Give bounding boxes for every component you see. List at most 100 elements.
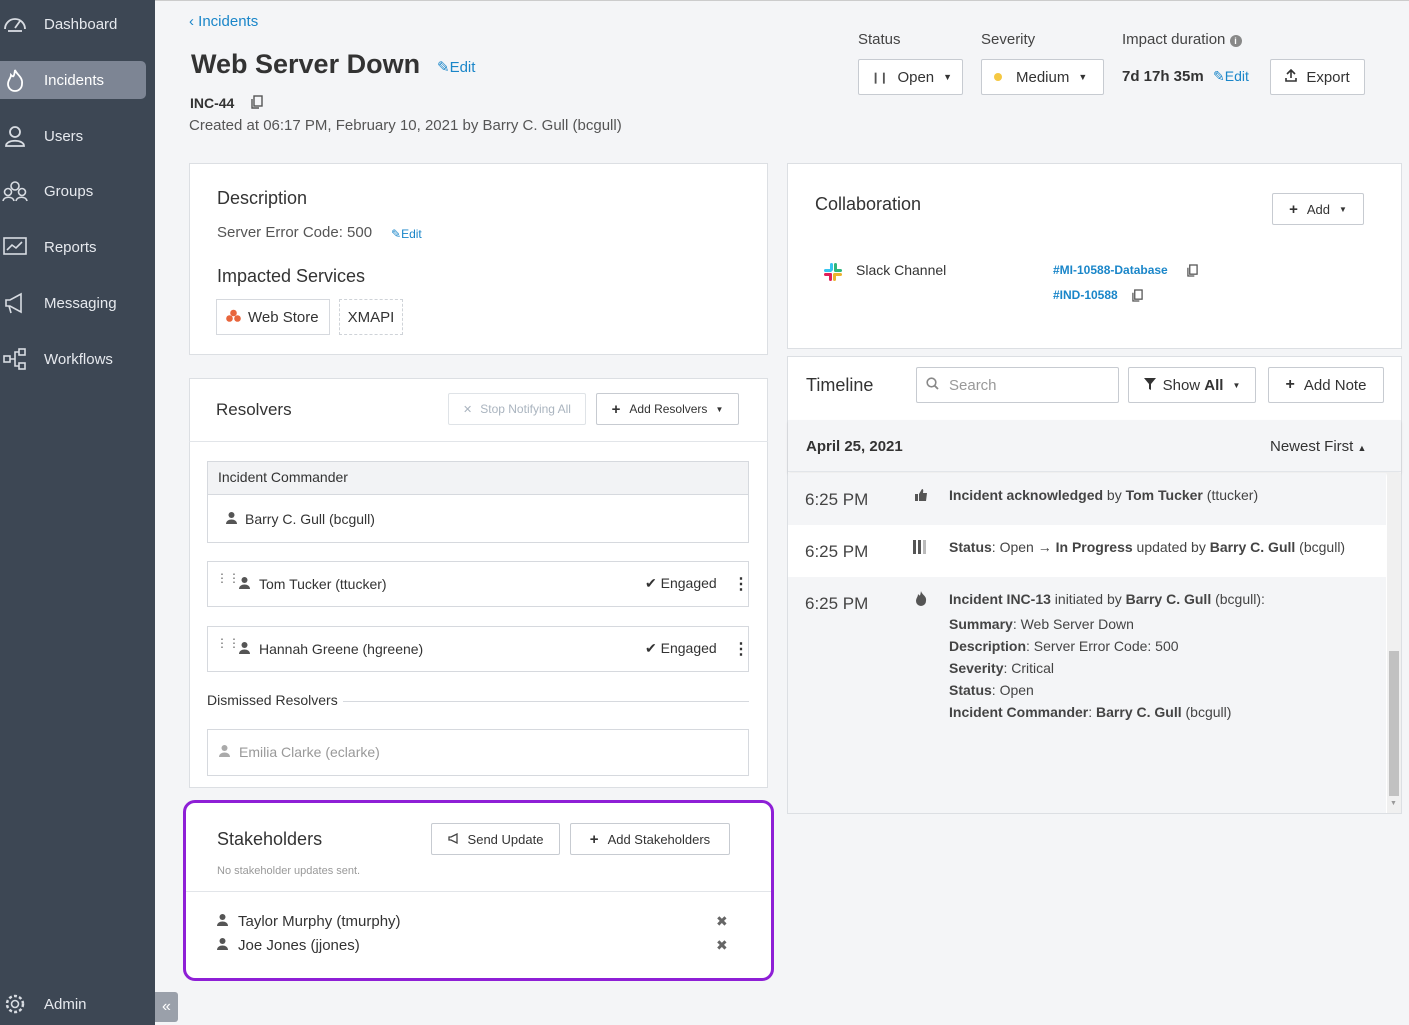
copy-icon[interactable] [1132, 289, 1143, 305]
entry-text: Incident INC-13 initiated by Barry C. Gu… [949, 591, 1265, 607]
impacted-services-heading: Impacted Services [217, 266, 366, 286]
show-filter-dropdown[interactable]: Show All ▼ [1128, 367, 1256, 403]
copy-icon[interactable] [1187, 264, 1198, 280]
more-options-icon[interactable]: ⋮ [733, 639, 749, 659]
breadcrumb-incidents[interactable]: ‹ Incidents [189, 13, 258, 30]
info-icon[interactable]: i [1229, 35, 1242, 47]
plus-icon: + [1289, 200, 1298, 218]
stakeholders-heading: Stakeholders [217, 829, 323, 849]
person-icon [239, 641, 250, 657]
impact-duration: 7d 17h 35m [1122, 68, 1204, 85]
service-tag-web-store[interactable]: Web Store [216, 299, 330, 335]
timeline-date: April 25, 2021 [806, 438, 903, 455]
filter-icon [1143, 377, 1156, 394]
caret-down-icon: ▼ [1338, 204, 1347, 214]
sidebar-item-reports[interactable]: Reports [0, 228, 146, 266]
person-icon [219, 744, 230, 760]
sidebar-item-incidents[interactable]: Incidents [0, 61, 146, 99]
sort-toggle[interactable]: Newest First ▲ [1270, 438, 1366, 455]
scroll-down-icon[interactable]: ▼ [1390, 800, 1397, 807]
description-text: Server Error Code: 500 [217, 224, 373, 241]
more-options-icon[interactable]: ⋮ [733, 574, 749, 594]
dismissed-heading: Dismissed Resolvers [207, 692, 338, 708]
pencil-icon: ✎ [391, 227, 402, 241]
sidebar: Dashboard Incidents Users Groups Reports… [0, 0, 155, 1025]
sidebar-item-dashboard[interactable]: Dashboard [0, 5, 146, 43]
timeline-heading: Timeline [806, 375, 874, 395]
gear-icon [0, 989, 30, 1019]
sidebar-item-label: Users [44, 127, 84, 145]
status-dropdown[interactable]: ❙❙ Open ▼ [858, 59, 963, 95]
severity-dropdown[interactable]: Medium ▼ [981, 59, 1104, 95]
divider [343, 701, 749, 702]
export-button[interactable]: Export [1270, 59, 1365, 95]
sidebar-item-admin[interactable]: Admin [0, 985, 146, 1023]
stop-notifying-all-button[interactable]: ✕ Stop Notifying All [448, 393, 586, 425]
top-divider [155, 0, 1409, 1]
dismissed-resolver-name: Emilia Clarke (eclarke) [219, 744, 380, 760]
collaboration-add-button[interactable]: + Add ▼ [1272, 193, 1364, 225]
status-bars-icon [913, 540, 929, 557]
person-icon [239, 576, 250, 592]
megaphone-icon [447, 832, 460, 847]
resolver-status: ✔ Engaged [645, 575, 717, 591]
person-icon [226, 511, 237, 527]
entry-time: 6:25 PM [805, 490, 869, 509]
slack-channel-label: Slack Channel [856, 262, 947, 278]
description-heading: Description [217, 188, 308, 208]
timeline-search-input[interactable]: Search [916, 367, 1119, 403]
sidebar-item-messaging[interactable]: Messaging [0, 284, 146, 322]
sidebar-item-label: Admin [44, 995, 87, 1013]
entry-text: Incident acknowledged by Tom Tucker (ttu… [949, 487, 1259, 503]
remove-icon[interactable]: ✖ [716, 913, 728, 930]
severity-dot-icon [994, 73, 1002, 81]
slack-channel-link[interactable]: #IND-10588 [1053, 288, 1118, 302]
search-icon [926, 377, 939, 393]
sidebar-item-groups[interactable]: Groups [0, 172, 146, 210]
chevrons-left-icon: « [162, 998, 171, 1015]
sidebar-item-label: Workflows [44, 350, 113, 368]
detail-line: Status: Open [949, 682, 1034, 698]
collaboration-heading: Collaboration [815, 194, 922, 214]
send-update-button[interactable]: Send Update [431, 823, 560, 855]
flame-icon [0, 65, 30, 95]
remove-icon[interactable]: ✖ [716, 937, 728, 954]
sidebar-item-label: Dashboard [44, 15, 118, 33]
workflow-icon [0, 344, 30, 374]
service-tag-xmapi[interactable]: XMAPI [339, 299, 403, 335]
service-logo-icon [226, 309, 241, 326]
groups-icon [0, 176, 30, 206]
slack-icon [823, 262, 843, 285]
pencil-icon: ✎ [437, 59, 450, 76]
thumbs-up-icon [914, 488, 928, 505]
gauge-icon [0, 9, 30, 39]
detail-line: Summary: Web Server Down [949, 616, 1134, 632]
impact-edit-link[interactable]: ✎Edit [1213, 68, 1249, 85]
copy-icon[interactable] [251, 95, 263, 112]
upload-icon [1285, 68, 1298, 86]
add-stakeholders-button[interactable]: + Add Stakeholders [570, 823, 730, 855]
detail-line: Description: Server Error Code: 500 [949, 638, 1179, 654]
add-note-button[interactable]: + Add Note [1268, 367, 1384, 403]
stakeholder-row: Joe Jones (jjones) [217, 937, 360, 954]
plus-icon: + [1285, 376, 1295, 393]
resolver-status: ✔ Engaged [645, 640, 717, 656]
description-edit-link[interactable]: ✎Edit [391, 227, 422, 241]
drag-handle-icon[interactable]: ⋮⋮ [216, 572, 240, 584]
title-edit-link[interactable]: ✎Edit [437, 58, 475, 76]
sidebar-item-workflows[interactable]: Workflows [0, 340, 146, 378]
check-icon: ✔ [645, 640, 657, 656]
pause-icon: ❙❙ [871, 71, 888, 84]
incident-id: INC-44 [190, 95, 235, 111]
page-title: Web Server Down [191, 49, 421, 79]
sidebar-item-users[interactable]: Users [0, 117, 146, 155]
scrollbar-thumb[interactable] [1389, 651, 1399, 796]
collapse-sidebar-button[interactable]: « [155, 992, 178, 1022]
drag-handle-icon[interactable]: ⋮⋮ [216, 637, 240, 649]
add-resolvers-button[interactable]: + Add Resolvers ▼ [596, 393, 739, 425]
stakeholder-row: Taylor Murphy (tmurphy) [217, 913, 401, 930]
stakeholders-note: No stakeholder updates sent. [217, 865, 361, 877]
arrow-right-icon: → [1037, 539, 1052, 555]
check-icon: ✔ [645, 575, 657, 591]
slack-channel-link[interactable]: #MI-10588-Database [1053, 263, 1168, 277]
